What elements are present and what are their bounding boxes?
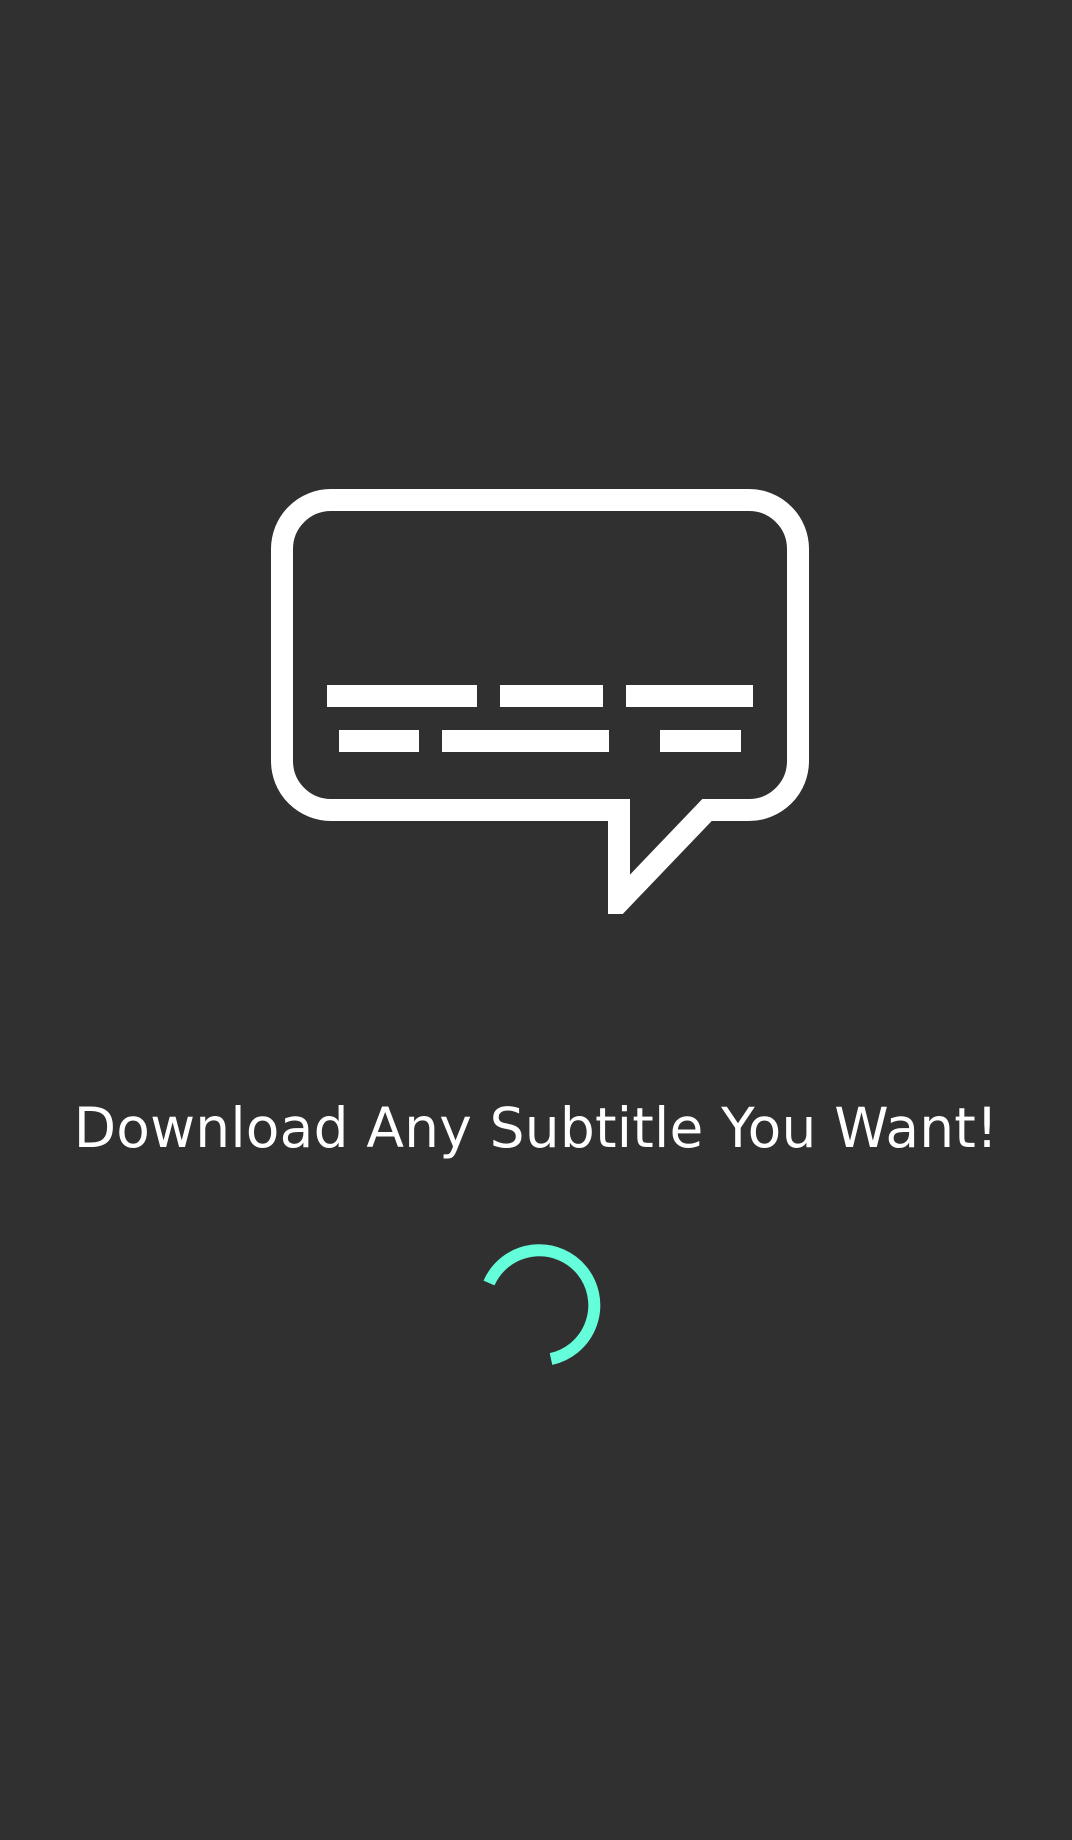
- splash-screen: Download Any Subtitle You Want!: [0, 0, 1072, 1840]
- loading-spinner: [481, 1242, 605, 1366]
- subtitle-speech-bubble-icon: [270, 488, 810, 914]
- splash-tagline: Download Any Subtitle You Want!: [73, 1096, 999, 1160]
